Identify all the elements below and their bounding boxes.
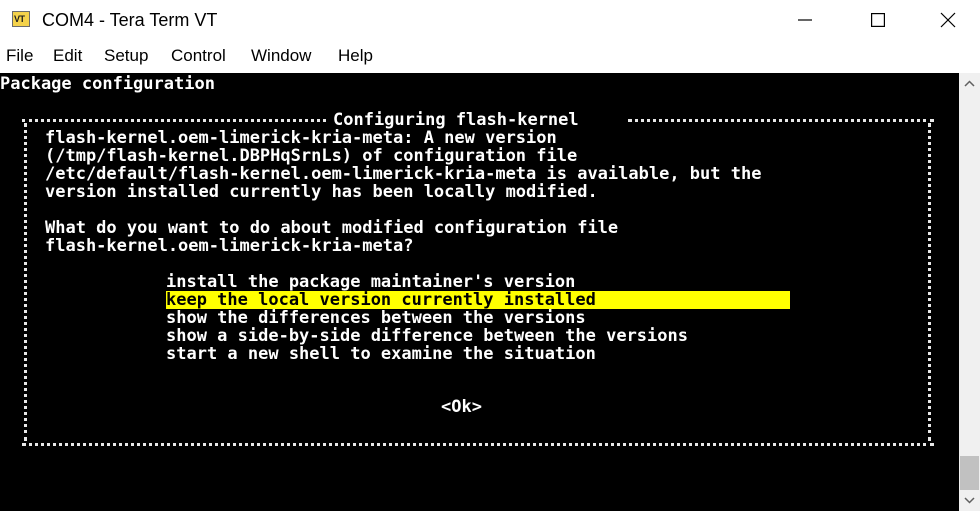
message-line: /etc/default/flash-kernel.oem-limerick-k… [45, 164, 762, 184]
menu-window[interactable]: Window [251, 46, 311, 66]
menu-setup[interactable]: Setup [104, 46, 148, 66]
option-start-new-shell[interactable]: start a new shell to examine the situati… [166, 345, 596, 363]
menu-help[interactable]: Help [338, 46, 373, 66]
scroll-up-button[interactable] [959, 73, 980, 94]
close-button[interactable] [913, 0, 980, 40]
message-line: (/tmp/flash-kernel.DBPHqSrnLs) of config… [45, 146, 578, 166]
vertical-scrollbar[interactable] [959, 73, 980, 511]
question-line: flash-kernel.oem-limerick-kria-meta? [45, 236, 414, 256]
app-icon-label: VT [14, 14, 25, 24]
scroll-down-button[interactable] [959, 490, 980, 511]
dialog-border-right [928, 123, 931, 441]
chevron-up-icon [964, 80, 975, 87]
option-show-differences[interactable]: show the differences between the version… [166, 309, 586, 327]
scroll-thumb[interactable] [960, 456, 979, 490]
maximize-button[interactable] [843, 0, 913, 40]
chevron-down-icon [964, 497, 975, 504]
question-line: What do you want to do about modified co… [45, 218, 619, 238]
menu-bar: File Edit Setup Control Window Help [0, 40, 980, 73]
minimize-button[interactable] [770, 0, 840, 40]
dialog-border-top-right [628, 119, 934, 122]
menu-edit[interactable]: Edit [53, 46, 82, 66]
dialog-border-left [24, 123, 27, 441]
package-configuration-header: Package configuration [0, 74, 215, 94]
dialog-border-bottom [22, 443, 934, 446]
option-side-by-side-difference[interactable]: show a side-by-side difference between t… [166, 327, 688, 345]
close-icon [940, 12, 956, 28]
terminal-screen[interactable]: Package configuration Configuring flash-… [0, 73, 959, 511]
dialog-title: Configuring flash-kernel [333, 110, 579, 130]
menu-control[interactable]: Control [171, 46, 226, 66]
window-title: COM4 - Tera Term VT [42, 10, 218, 30]
minimize-icon [798, 19, 812, 21]
option-install-maintainer-version[interactable]: install the package maintainer's version [166, 273, 575, 291]
menu-file[interactable]: File [6, 46, 33, 66]
option-keep-local-version-selected[interactable]: keep the local version currently install… [166, 291, 790, 309]
title-bar[interactable]: VT COM4 - Tera Term VT [0, 0, 980, 40]
message-line: version installed currently has been loc… [45, 182, 598, 202]
maximize-icon [871, 13, 885, 27]
ok-button[interactable]: <Ok> [441, 398, 482, 416]
tera-term-app-icon[interactable]: VT [12, 11, 30, 27]
message-line: flash-kernel.oem-limerick-kria-meta: A n… [45, 128, 557, 148]
dialog-border-top-left [22, 119, 326, 122]
